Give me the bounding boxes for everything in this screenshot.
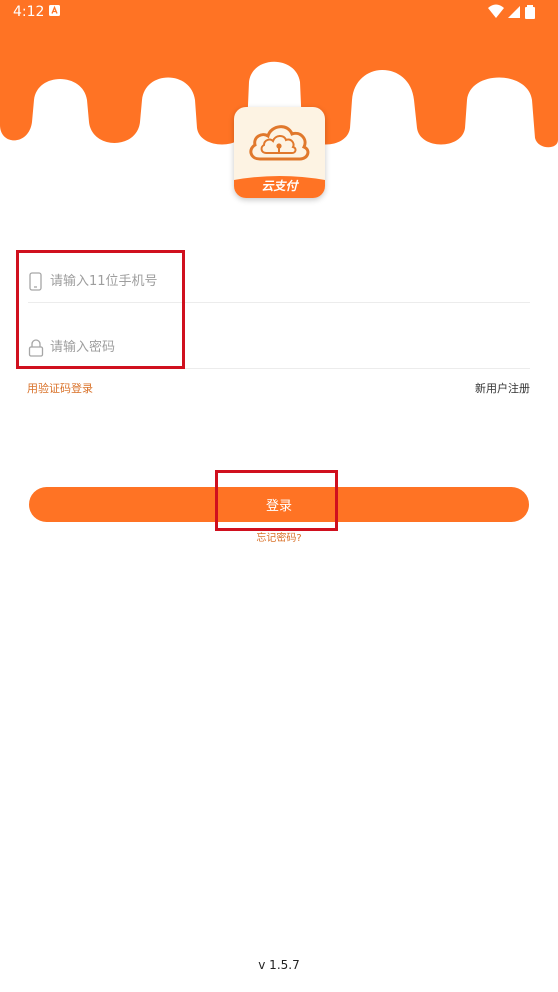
- status-bar: 4:12: [0, 0, 558, 24]
- logo-banner-text: 云支付: [261, 179, 298, 193]
- version-label: v 1.5.7: [258, 958, 300, 972]
- sms-login-link[interactable]: 用验证码登录: [27, 382, 93, 396]
- app-logo: 云支付: [234, 107, 325, 198]
- login-button[interactable]: 登录: [29, 487, 529, 522]
- notification-a-icon: [49, 5, 60, 16]
- wifi-icon: [488, 4, 504, 18]
- phone-field: [28, 262, 530, 303]
- register-link[interactable]: 新用户注册: [475, 382, 530, 396]
- status-time: 4:12: [13, 4, 45, 20]
- cell-signal-icon: [508, 6, 520, 18]
- battery-icon: [525, 5, 535, 19]
- forgot-password-link[interactable]: 忘记密码?: [0, 533, 558, 545]
- phone-input[interactable]: [50, 268, 510, 294]
- lock-icon: [28, 339, 44, 357]
- login-screen: 4:12 云支付 请输入11位手机号 用验证码登录 新用户注册 登录 忘记密码?…: [0, 0, 558, 992]
- phone-icon: [29, 272, 42, 291]
- cloud-lock-icon: [249, 125, 310, 161]
- password-field: [28, 328, 530, 369]
- password-input[interactable]: [50, 334, 510, 360]
- status-right-icons: [488, 4, 535, 19]
